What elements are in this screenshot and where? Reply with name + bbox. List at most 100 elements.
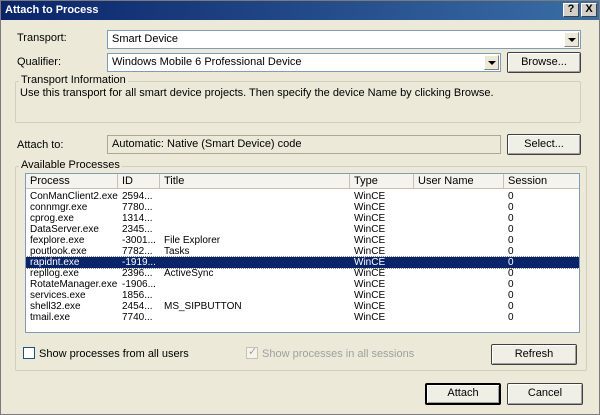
select-button[interactable]: Select... [507, 134, 581, 155]
cell-session: 0 [508, 224, 514, 235]
transport-label: Transport: [17, 32, 67, 44]
qualifier-label: Qualifier: [17, 56, 62, 68]
cell-process: poutlook.exe [30, 246, 87, 257]
cell-title: Tasks [164, 246, 190, 257]
show-all-users-label: Show processes from all users [39, 348, 189, 360]
qualifier-value: Windows Mobile 6 Professional Device [112, 56, 302, 68]
cell-process: tmail.exe [30, 312, 71, 323]
transport-value: Smart Device [112, 33, 179, 45]
cell-id: 7780... [122, 202, 153, 213]
cancel-button[interactable]: Cancel [507, 383, 583, 405]
title-bar: Attach to Process ? X [1, 1, 599, 20]
cell-session: 0 [508, 257, 514, 268]
cell-session: 0 [508, 202, 514, 213]
table-row[interactable]: repllog.exe 2396... ActiveSync WinCE 0 [26, 268, 579, 279]
table-row[interactable]: services.exe 1856... WinCE 0 [26, 290, 579, 301]
transport-info-title: Transport Information [19, 74, 128, 86]
transport-select[interactable]: Smart Device [107, 30, 581, 49]
table-row[interactable]: RotateManager.exe -1906... WinCE 0 [26, 279, 579, 290]
cell-type: WinCE [354, 312, 386, 323]
cell-id: 1856... [122, 290, 153, 301]
column-header-session[interactable]: Session [504, 174, 579, 189]
cell-user-name [414, 268, 504, 279]
cell-type: WinCE [354, 290, 386, 301]
cell-session: 0 [508, 191, 514, 202]
cell-type: WinCE [354, 202, 386, 213]
cell-user-name [414, 213, 504, 224]
cell-title: File Explorer [164, 235, 221, 246]
cell-session: 0 [508, 235, 514, 246]
cell-id: 1314... [122, 213, 153, 224]
cell-title [160, 213, 350, 224]
cell-session: 0 [508, 246, 514, 257]
attach-to-label: Attach to: [17, 139, 64, 151]
cell-type: WinCE [354, 213, 386, 224]
table-row[interactable]: rapidnt.exe -1919... WinCE 0 [26, 256, 579, 269]
column-header-id[interactable]: ID [118, 174, 160, 189]
transport-info-text: Use this transport for all smart device … [20, 87, 494, 99]
cell-process: DataServer.exe [30, 224, 99, 235]
cell-session: 0 [508, 290, 514, 301]
table-row[interactable]: fexplore.exe -3001... File Explorer WinCE 0 [26, 235, 579, 246]
cell-id: 2396... [122, 268, 153, 279]
column-header-title[interactable]: Title [160, 174, 350, 189]
show-all-users-checkbox[interactable] [23, 347, 35, 359]
cell-id: 2345... [122, 224, 153, 235]
window-title: Attach to Process [5, 4, 99, 16]
attach-button[interactable]: Attach [425, 383, 501, 405]
cell-user-name [414, 235, 504, 246]
cell-user-name [414, 312, 504, 323]
cell-session: 0 [508, 268, 514, 279]
cell-user-name [414, 301, 504, 312]
cell-session: 0 [508, 312, 514, 323]
cell-process: shell32.exe [30, 301, 81, 312]
cell-title [160, 224, 350, 235]
cell-type: WinCE [354, 246, 386, 257]
cell-id: 2454... [122, 301, 153, 312]
cell-type: WinCE [354, 257, 386, 268]
column-header-type[interactable]: Type [350, 174, 414, 189]
chevron-down-icon[interactable] [484, 55, 499, 70]
table-row[interactable]: tmail.exe 7740... WinCE 0 [26, 312, 579, 323]
cell-session: 0 [508, 213, 514, 224]
cell-process: connmgr.exe [30, 202, 88, 213]
qualifier-select[interactable]: Windows Mobile 6 Professional Device [107, 53, 501, 72]
cell-id: -1906... [122, 279, 156, 290]
chevron-down-icon[interactable] [564, 32, 579, 47]
column-header-process[interactable]: Process [26, 174, 118, 189]
close-button[interactable]: X [581, 3, 597, 17]
table-row[interactable]: poutlook.exe 7782... Tasks WinCE 0 [26, 246, 579, 257]
cell-user-name [414, 246, 504, 257]
cell-title [160, 312, 350, 323]
help-button[interactable]: ? [563, 3, 579, 17]
show-all-sessions-label: Show processes in all sessions [262, 348, 415, 360]
show-all-sessions-checkbox[interactable] [246, 345, 258, 359]
cell-title: MS_SIPBUTTON [164, 301, 242, 312]
cell-process: services.exe [30, 290, 86, 301]
cell-user-name [414, 202, 504, 213]
table-row[interactable]: DataServer.exe 2345... WinCE 0 [26, 224, 579, 235]
cell-title [160, 191, 350, 202]
cell-type: WinCE [354, 268, 386, 279]
cell-title: ActiveSync [164, 268, 214, 279]
cell-title [160, 279, 350, 290]
cell-id: 7782... [122, 246, 153, 257]
table-row[interactable]: connmgr.exe 7780... WinCE 0 [26, 202, 579, 213]
column-header-user-name[interactable]: User Name [414, 174, 504, 189]
available-processes-title: Available Processes [19, 159, 122, 171]
cell-process: cprog.exe [30, 213, 74, 224]
cell-type: WinCE [354, 224, 386, 235]
browse-button[interactable]: Browse... [507, 52, 581, 73]
process-list[interactable]: Process ID Title Type User Name Session … [25, 173, 580, 333]
cell-title [160, 257, 350, 268]
refresh-button[interactable]: Refresh [491, 344, 577, 365]
cell-title [160, 202, 350, 213]
table-row[interactable]: shell32.exe 2454... MS_SIPBUTTON WinCE 0 [26, 301, 579, 312]
table-row[interactable]: cprog.exe 1314... WinCE 0 [26, 213, 579, 224]
cell-process: fexplore.exe [30, 235, 85, 246]
cell-user-name [414, 279, 504, 290]
table-row[interactable]: ConManClient2.exe 2594... WinCE 0 [26, 191, 579, 202]
cell-user-name [414, 290, 504, 301]
cell-id: 7740... [122, 312, 153, 323]
attach-to-value: Automatic: Native (Smart Device) code [107, 135, 501, 154]
